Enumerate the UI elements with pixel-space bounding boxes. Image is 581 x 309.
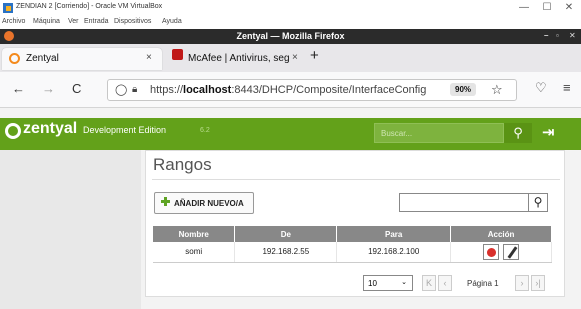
cell-nombre: somi — [153, 242, 236, 263]
next-page-icon[interactable]: › — [515, 275, 529, 291]
header-accion: Acción — [450, 226, 552, 242]
firefox-titlebar: Zentyal — Mozilla Firefox – ▫ ✕ — [0, 29, 581, 44]
page-title: Rangos — [153, 155, 212, 174]
tab-label: Zentyal — [26, 53, 59, 64]
url-text[interactable]: https://localhost:8443/DHCP/Composite/In… — [150, 84, 450, 96]
pocket-icon[interactable]: ♡ — [535, 80, 547, 96]
bookmark-star-icon[interactable]: ☆ — [491, 82, 503, 98]
header-de: De — [234, 226, 338, 242]
close-button[interactable]: ✕ — [562, 2, 576, 13]
search-input[interactable]: Buscar... — [374, 123, 504, 143]
logout-icon[interactable]: ⇥ — [542, 123, 555, 141]
previous-page-icon[interactable]: ‹ — [438, 275, 452, 291]
tracking-shield-icon[interactable]: ◯ — [115, 83, 127, 96]
forward-button[interactable]: → — [42, 81, 55, 96]
tab-bar: Zentyal × McAfee | Antivirus, segur × + — [0, 44, 581, 72]
zentyal-header: zentyal Development Edition 6.2 Buscar..… — [0, 118, 581, 150]
search-icon[interactable]: ⚲ — [504, 123, 532, 143]
close-tab-icon[interactable]: × — [146, 52, 152, 63]
menu-entrada[interactable]: Entrada — [84, 18, 109, 25]
tab-mcafee[interactable]: McAfee | Antivirus, segur × — [188, 48, 308, 70]
guest-restore-icon[interactable]: ▫ — [556, 31, 559, 40]
page-size-select[interactable]: 10 ⌄ — [363, 275, 413, 291]
menu-dispositivos[interactable]: Dispositivos — [114, 18, 151, 25]
version-label: 6.2 — [200, 127, 210, 134]
zentyal-logo-text[interactable]: zentyal — [23, 120, 77, 138]
main-content: Rangos AÑADIR NUEVO/A ⚲ Nombre De Para A… — [141, 150, 581, 309]
new-tab-button[interactable]: + — [310, 47, 319, 64]
zentyal-logo-icon — [5, 123, 21, 139]
menu-ver[interactable]: Ver — [68, 18, 79, 25]
tab-label: McAfee | Antivirus, segur — [188, 53, 289, 64]
zoom-level-badge[interactable]: 90% — [450, 83, 477, 96]
virtualbox-titlebar: ZENDIAN 2 [Corriendo] - Oracle VM Virtua… — [0, 0, 581, 16]
menu-ayuda[interactable]: Ayuda — [162, 18, 182, 25]
table-search-input[interactable] — [399, 193, 529, 212]
url-bar[interactable]: ◯ 🔒︎ https://localhost:8443/DHCP/Composi… — [107, 79, 517, 101]
virtualbox-window-title: ZENDIAN 2 [Corriendo] - Oracle VM Virtua… — [16, 3, 163, 10]
navigation-toolbar: ← → C ◯ 🔒︎ https://localhost:8443/DHCP/C… — [0, 72, 581, 108]
guest-minimize-icon[interactable]: – — [544, 31, 548, 40]
delete-icon[interactable] — [482, 243, 499, 260]
page-size-value: 10 — [368, 279, 377, 288]
virtualbox-icon — [3, 3, 13, 13]
reload-button[interactable]: C — [72, 81, 81, 96]
mcafee-favicon — [172, 49, 183, 60]
add-new-button[interactable]: AÑADIR NUEVO/A — [154, 192, 254, 214]
edit-icon[interactable] — [503, 243, 520, 260]
header-nombre: Nombre — [153, 226, 236, 242]
tab-zentyal[interactable]: Zentyal × — [2, 48, 162, 70]
firefox-window-title: Zentyal — Mozilla Firefox — [236, 31, 345, 41]
cell-para: 192.168.2.100 — [336, 242, 452, 263]
table-row: somi 192.168.2.55 192.168.2.100 — [153, 242, 552, 263]
maximize-button[interactable]: ☐ — [540, 2, 554, 13]
plus-icon — [161, 197, 170, 206]
sidebar — [0, 150, 141, 309]
cell-de: 192.168.2.55 — [234, 242, 338, 263]
menu-maquina[interactable]: Máquina — [33, 18, 60, 25]
zentyal-favicon — [9, 53, 20, 64]
virtualbox-menubar: Archivo Máquina Ver Entrada Dispositivos… — [0, 16, 581, 29]
guest-close-icon[interactable]: ✕ — [569, 31, 576, 40]
rangos-panel: Rangos AÑADIR NUEVO/A ⚲ Nombre De Para A… — [145, 150, 565, 297]
menu-icon[interactable]: ≡ — [563, 80, 571, 95]
back-button[interactable]: ← — [12, 81, 25, 96]
title-divider — [152, 179, 560, 180]
table-header-row: Nombre De Para Acción — [153, 226, 552, 242]
header-para: Para — [336, 226, 452, 242]
page-indicator: Página 1 — [467, 279, 499, 288]
close-tab-icon[interactable]: × — [292, 52, 298, 63]
first-page-icon[interactable]: K — [422, 275, 436, 291]
minimize-button[interactable]: — — [517, 2, 531, 13]
last-page-icon[interactable]: ›| — [531, 275, 545, 291]
cell-accion — [450, 242, 552, 263]
chevron-down-icon: ⌄ — [401, 279, 407, 286]
ranges-table: Nombre De Para Acción somi 192.168.2.55 … — [153, 226, 552, 263]
edition-label: Development Edition — [83, 125, 167, 135]
table-search-icon[interactable]: ⚲ — [528, 193, 548, 212]
add-new-label: AÑADIR NUEVO/A — [174, 199, 244, 208]
menu-archivo[interactable]: Archivo — [2, 18, 25, 25]
lock-icon[interactable]: 🔒︎ — [132, 84, 137, 95]
